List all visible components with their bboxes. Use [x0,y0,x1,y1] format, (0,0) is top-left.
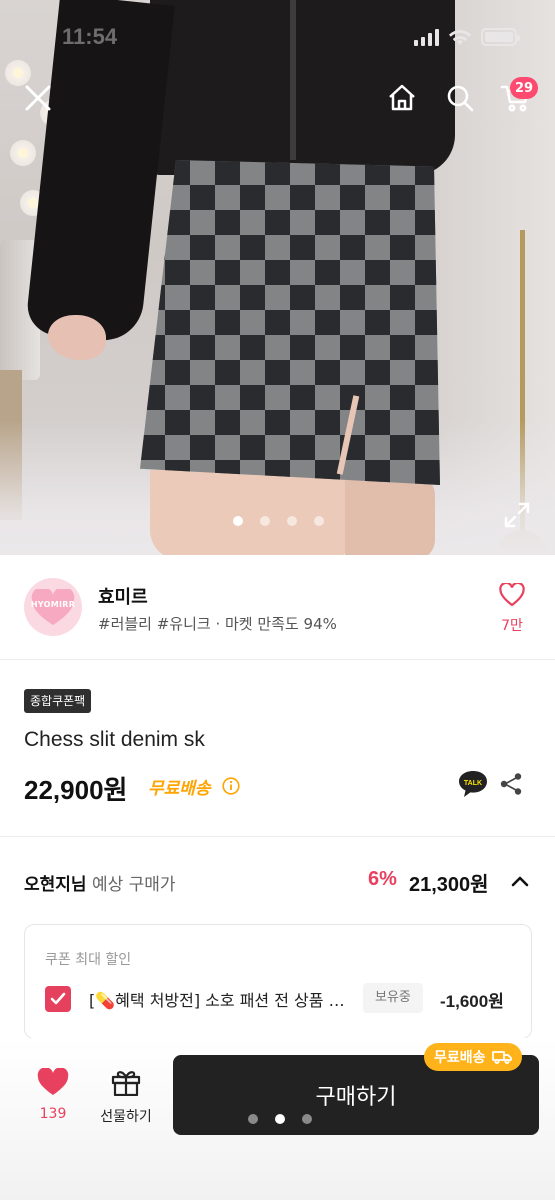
heart-icon [37,1067,69,1095]
search-icon [447,85,474,112]
estimate-price: 21,300원 [409,874,489,896]
wish-count: 139 [39,1106,67,1122]
share-icon [500,773,522,795]
seller-like-count: 7만 [501,618,523,634]
estimate-discount-pct: 6% [368,868,397,890]
product-price: 22,900원 [24,775,128,805]
chevron-up-icon [511,876,529,887]
gift-button[interactable]: 선물하기 [92,1068,160,1128]
battery-icon [481,28,520,46]
coupon-pack-tag: 종합쿠폰팩 [24,689,92,713]
truck-icon [491,1051,512,1064]
page-dot [248,1114,258,1124]
model-leg [150,470,350,555]
system-indicators [414,28,520,46]
talk-label: TALK [464,780,482,787]
seller-like-button[interactable]: 7만 [492,581,532,643]
seller-name[interactable]: 효미르 [98,583,148,609]
free-shipping-label: 무료배송 [148,779,211,799]
coupon-header: 쿠폰 최대 할인 [45,952,132,968]
close-icon [25,85,51,111]
estimate-collapse-button[interactable] [508,871,532,891]
status-bar: 11:54 [0,0,555,70]
close-button[interactable] [20,80,56,116]
page-dot [302,1114,312,1124]
bottom-action-bar: 139 선물하기 구매하기 무료배송 [0,1038,555,1200]
gallery-dot[interactable] [314,516,324,526]
share-button[interactable] [499,772,523,796]
home-icon [389,84,415,111]
talk-icon: TALK [459,771,487,797]
info-icon [222,777,240,795]
coupon-checkbox[interactable] [45,986,71,1012]
gallery-dot[interactable] [287,516,297,526]
section-divider [0,836,555,837]
estimate-label: 오현지님 예상 구매가 [24,870,176,895]
page-indicator [248,1114,312,1124]
kakao-talk-button[interactable]: TALK [458,770,488,798]
shipping-info-button[interactable] [222,777,240,795]
coupon-owned-badge: 보유중 [363,983,423,1013]
search-button[interactable] [442,80,478,116]
cart-count-badge: 29 [510,77,539,99]
gift-label: 선물하기 [100,1109,152,1125]
status-time: 11:54 [62,24,118,49]
estimate-user: 오현지님 [24,875,87,895]
free-shipping-badge-label: 무료배송 [434,1050,486,1066]
seller-logo-text: HYOMIRR [30,600,76,609]
coupon-card: 쿠폰 최대 할인 [💊혜택 처방전] 소호 패션 전 상품 할인 쿠폰 보유중 … [24,924,532,1039]
estimate-text: 예상 구매가 [91,875,176,895]
product-name: Chess slit denim sk [24,728,205,751]
gallery-dot[interactable] [260,516,270,526]
gift-icon [111,1071,141,1097]
expand-button[interactable] [502,500,532,530]
coupon-name: [💊혜택 처방전] 소호 패션 전 상품 할인 쿠폰 [89,991,359,1010]
gallery-dot[interactable] [233,516,243,526]
model-leg [345,475,435,555]
free-shipping-badge: 무료배송 [424,1043,522,1071]
seller-section[interactable]: HYOMIRR 효미르 #러블리 #유니크 · 마켓 만족도 94% 7만 [0,555,555,660]
expand-icon [504,502,530,528]
seller-logo[interactable]: HYOMIRR [24,578,82,636]
model-hand [48,315,106,360]
wish-button[interactable]: 139 [30,1067,76,1128]
checkered-skirt [140,160,440,485]
wifi-icon [449,30,471,45]
coupon-discount: -1,600원 [440,992,504,1011]
heart-icon [499,581,525,607]
checkbox-icon [50,992,66,1005]
gallery-dots [233,516,324,526]
signal-icon [414,29,439,46]
home-button[interactable] [384,80,420,116]
page-dot [275,1114,285,1124]
seller-tags: #러블리 #유니크 · 마켓 만족도 94% [98,615,337,633]
